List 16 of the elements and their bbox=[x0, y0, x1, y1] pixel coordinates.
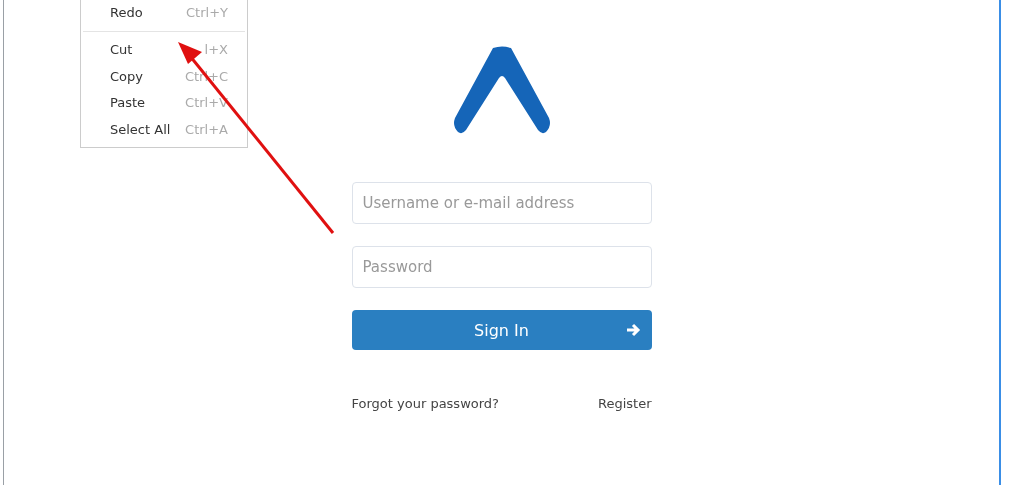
menu-item[interactable]: Select All bbox=[110, 121, 180, 137]
forgot-password-link[interactable]: Forgot your password? bbox=[351, 396, 499, 411]
sign-in-button[interactable]: Sign In bbox=[351, 310, 652, 350]
password-field[interactable]: Password bbox=[351, 246, 652, 288]
register-link[interactable]: Register bbox=[597, 396, 652, 411]
menu-item[interactable]: Cut bbox=[110, 42, 180, 58]
shortcut-label: Ctrl+A bbox=[184, 121, 228, 137]
menu-item[interactable]: Copy bbox=[110, 68, 180, 84]
shortcut-label: Ctrl+Y bbox=[185, 4, 228, 20]
username-field[interactable]: Username or e-mail address bbox=[351, 182, 652, 224]
arrow-right-icon bbox=[625, 323, 642, 337]
shortcut-label: Ctrl+V bbox=[184, 95, 228, 111]
menu-item[interactable]: Paste bbox=[110, 95, 180, 111]
shortcut-label: l+X bbox=[203, 42, 228, 58]
menu-item[interactable]: Redo bbox=[110, 4, 180, 20]
logo-icon bbox=[452, 46, 551, 134]
